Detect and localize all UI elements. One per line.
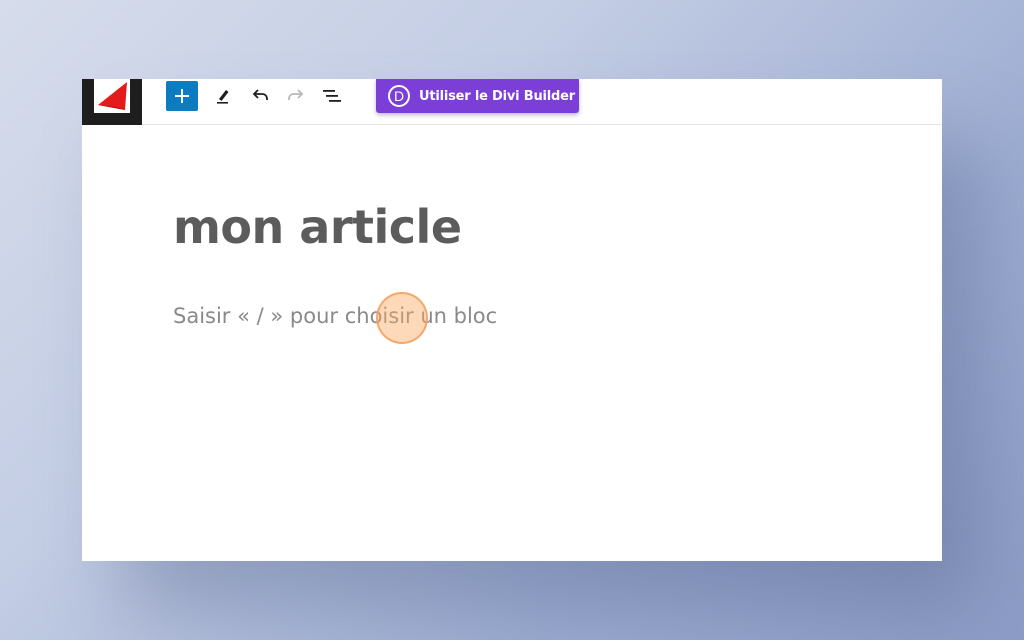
list-view-icon [323, 90, 341, 102]
divi-builder-label: Utiliser le Divi Builder [419, 88, 575, 104]
block-placeholder[interactable]: Saisir « / » pour choisir un bloc [173, 301, 497, 331]
divi-builder-button[interactable]: D Utiliser le Divi Builder [376, 79, 579, 113]
redo-icon [288, 89, 304, 100]
add-block-button[interactable] [166, 81, 198, 111]
editor-window: D Utiliser le Divi Builder mon article S… [82, 79, 942, 561]
editor-toolbar: D Utiliser le Divi Builder [82, 79, 942, 125]
tools-button[interactable] [210, 83, 236, 109]
red-triangle-logo-icon [98, 82, 127, 110]
cursor-highlight [376, 292, 428, 344]
pencil-icon [217, 90, 229, 104]
site-logo-button[interactable] [82, 79, 142, 125]
plus-icon [175, 89, 189, 103]
post-title[interactable]: mon article [173, 197, 462, 257]
redo-button[interactable] [283, 83, 309, 109]
undo-icon [252, 89, 268, 100]
undo-button[interactable] [247, 83, 273, 109]
list-view-button[interactable] [319, 83, 345, 109]
divi-logo-icon: D [388, 85, 410, 107]
site-logo [94, 79, 130, 113]
